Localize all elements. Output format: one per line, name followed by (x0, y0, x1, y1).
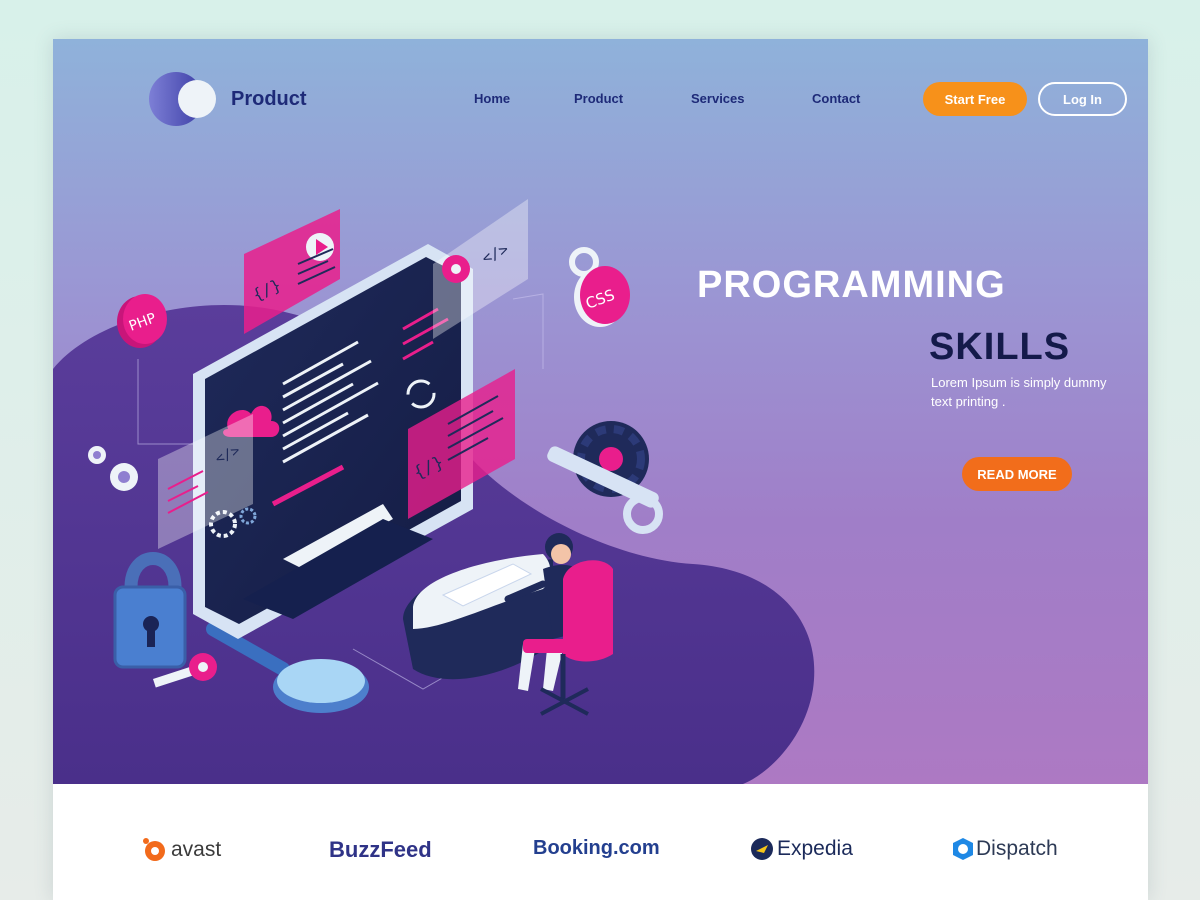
partner-booking-label: Booking.com (533, 837, 660, 859)
brand[interactable]: Product (149, 72, 307, 126)
partner-expedia: Expedia (750, 837, 853, 861)
programming-illustration: {/} </> </> {/} PHP CSS (53, 199, 815, 784)
hero-title-line2: SKILLS (929, 326, 1071, 368)
hero-section: {/} </> </> {/} PHP CSS Product Home Pro… (53, 39, 1148, 784)
partner-dispatch: Dispatch (952, 837, 1058, 861)
avast-logo-icon (143, 838, 165, 861)
expedia-globe-icon (751, 838, 773, 860)
gear-wrench-icon (547, 421, 663, 534)
brand-logo-icon (149, 72, 221, 126)
partner-dispatch-label: Dispatch (976, 837, 1058, 860)
partner-buzzfeed: BuzzFeed (329, 837, 432, 863)
dispatch-logo-icon (953, 838, 973, 860)
page-frame: {/} </> </> {/} PHP CSS Product Home Pro… (53, 39, 1148, 900)
partner-booking: Booking.com (533, 837, 660, 860)
read-more-button[interactable]: READ MORE (962, 457, 1072, 491)
partner-avast: avast (142, 837, 221, 863)
start-free-button[interactable]: Start Free (923, 82, 1027, 116)
nav-product[interactable]: Product (574, 91, 623, 106)
partner-expedia-label: Expedia (777, 837, 853, 860)
nav-services[interactable]: Services (691, 91, 745, 106)
hero-description: Lorem Ipsum is simply dummy text printin… (931, 375, 1107, 409)
floating-panel-gear (433, 199, 528, 339)
partner-buzzfeed-label: BuzzFeed (329, 837, 432, 862)
css-badge-icon: CSS (569, 247, 630, 327)
brand-name: Product (231, 87, 307, 110)
nav-home[interactable]: Home (474, 91, 510, 106)
hero-title-line1: PROGRAMMING (697, 264, 1006, 306)
partner-avast-label: avast (171, 838, 222, 861)
partner-logos: avast BuzzFeed Booking.com Expedia Dispa… (53, 784, 1148, 900)
log-in-button[interactable]: Log In (1038, 82, 1127, 116)
nav-contact[interactable]: Contact (812, 91, 860, 106)
